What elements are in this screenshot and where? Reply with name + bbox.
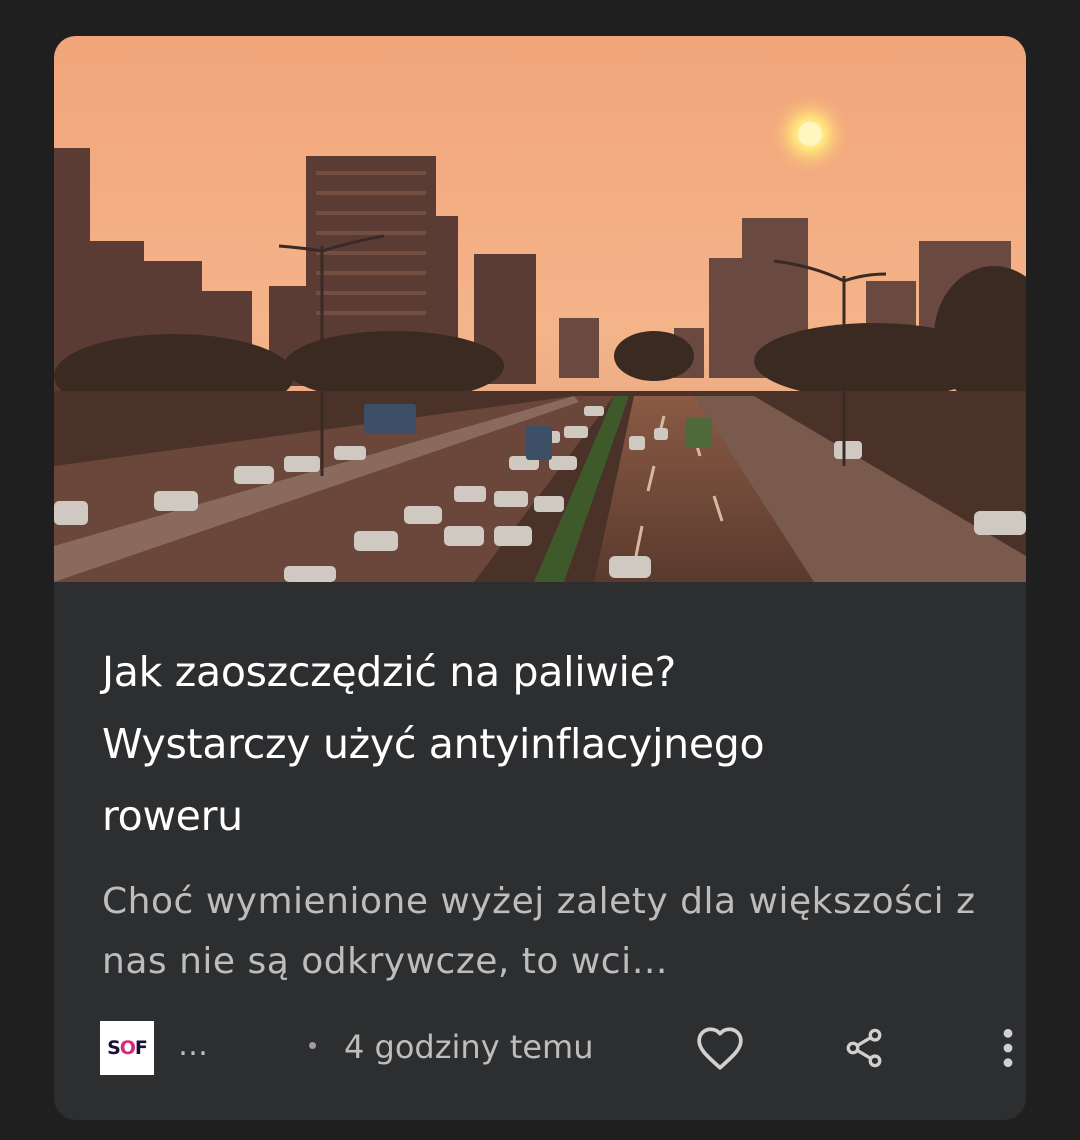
more-vert-icon [1003,1028,1013,1068]
card-footer: SOF … • 4 godziny temu [100,1020,1013,1076]
publisher-logo[interactable]: SOF [100,1021,154,1075]
like-button[interactable] [692,1020,748,1076]
article-image[interactable] [54,36,1026,582]
separator-dot: • [308,1030,318,1060]
logo-letter-f: F [134,1037,148,1059]
more-options-button[interactable] [980,1020,1026,1076]
news-card[interactable]: Jak zaoszczędzić na paliwie? Wystarczy u… [54,36,1026,1120]
article-title-line-2: Wystarczy użyć antyinflacyjnego [102,720,765,768]
logo-letter-o: O [119,1037,136,1059]
logo-letter-s: S [107,1037,121,1059]
article-snippet: Choć wymienione wyżej zalety dla większo… [102,881,976,982]
article-title-line-3: roweru [102,792,243,840]
share-icon [846,1028,882,1068]
share-button[interactable] [836,1020,892,1076]
article-title-line-1: Jak zaoszczędzić na paliwie? [102,648,676,696]
heart-icon [697,1027,743,1070]
publisher-name[interactable]: … [178,1028,208,1063]
published-time: 4 godziny temu [344,1028,594,1066]
article-title[interactable]: Jak zaoszczędzić na paliwie? Wystarczy u… [102,636,982,852]
